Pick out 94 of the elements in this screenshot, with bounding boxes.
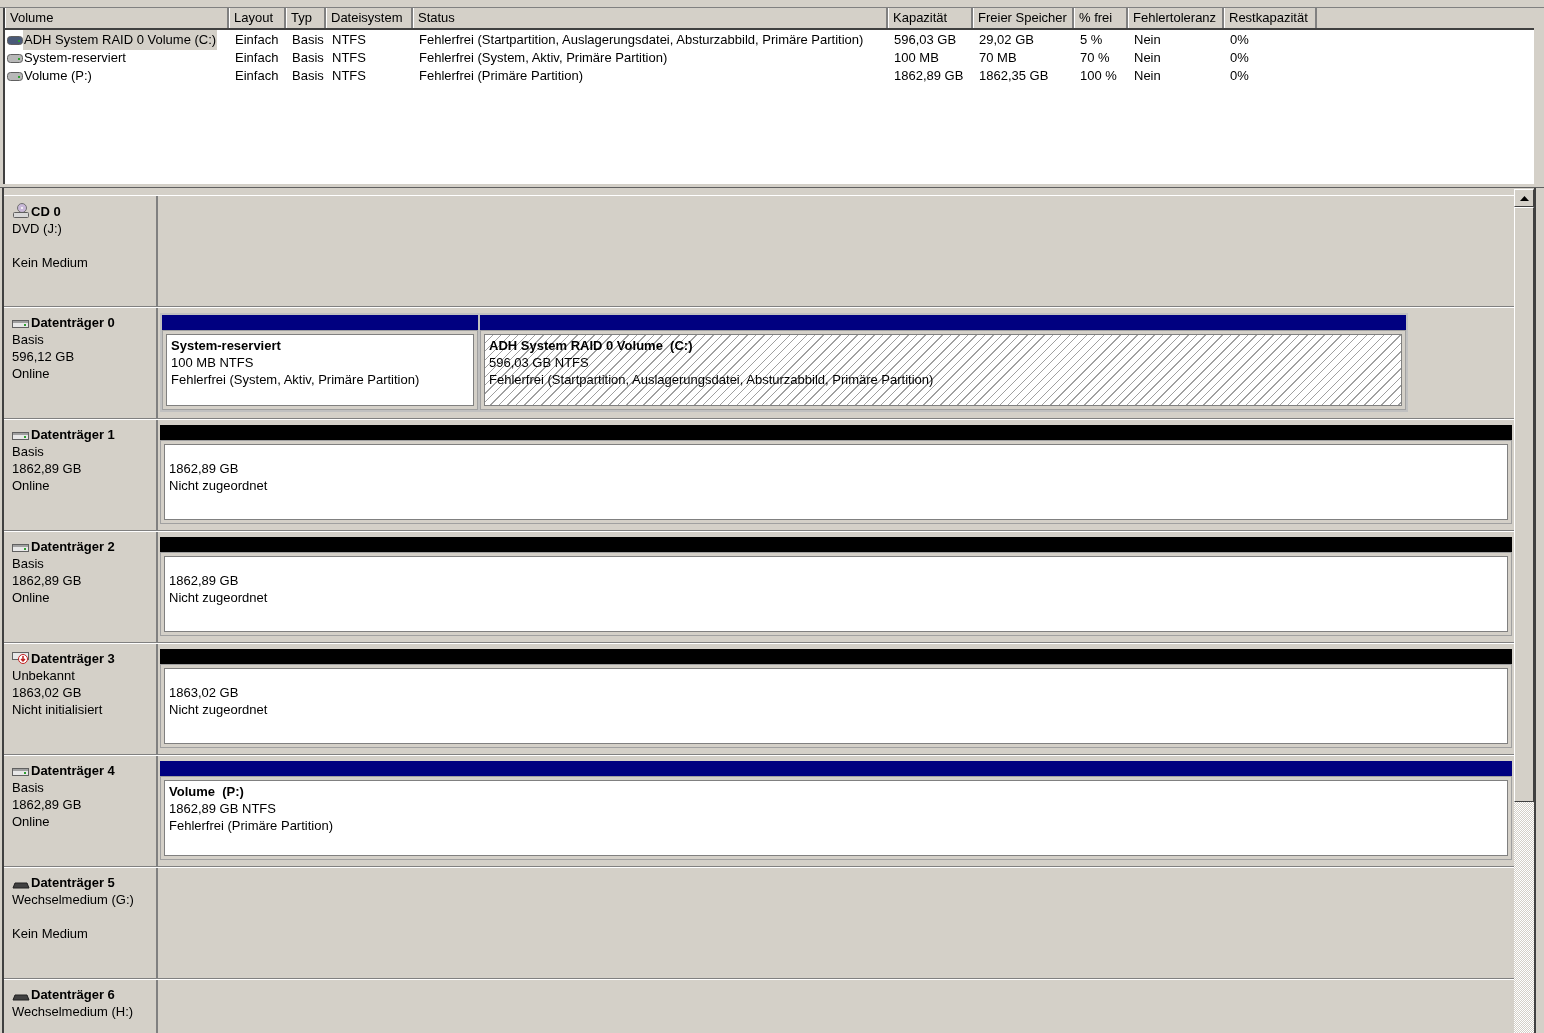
disk-info: Basis [12,443,45,460]
disk-error-icon [12,651,30,665]
disk-name: CD 0 [31,204,61,220]
column-header[interactable]: % frei [1074,8,1128,28]
table-cell-text: Einfach [235,31,279,50]
partition-info: Fehlerfrei (Primäre Partition) [169,817,334,834]
table-cell-text: NTFS [332,31,366,50]
table-cell-text: 1862,35 GB [979,67,1049,86]
table-cell-text: 5 % [1080,31,1103,50]
partition-info: 1862,89 GB [169,460,240,477]
partition-info: 1862,89 GB NTFS [169,800,277,817]
removable-drive-icon [12,881,30,889]
table-cell-text: 1862,89 GB [894,67,964,86]
drive-icon [7,35,23,45]
column-header[interactable]: Status [413,8,888,28]
disk-info: 1862,89 GB [12,572,83,589]
disk-info: DVD (J:) [12,220,63,237]
table-cell-text: 100 MB [894,49,939,68]
column-header[interactable]: Fehlertoleranz [1128,8,1224,28]
disk-name: Datenträger 6 [31,987,115,1003]
disk-name: Datenträger 3 [31,651,115,667]
partition-info: Fehlerfrei (System, Aktiv, Primäre Partition) [171,371,421,388]
table-cell-text: Fehlerfrei (Primäre Partition) [419,67,583,86]
table-cell-text: 596,03 GB [894,31,957,50]
table-cell-text: 70 % [1080,49,1110,68]
column-header[interactable]: Restkapazität [1224,8,1317,28]
column-header[interactable]: Kapazität [888,8,973,28]
disk-name: Datenträger 2 [31,539,115,555]
media-status: Kein Medium [12,254,89,271]
column-header[interactable]: Freier Speicher [973,8,1074,28]
partition-title: Volume (P:) [169,783,245,800]
table-cell-text: Nein [1134,67,1161,86]
disk-info: Unbekannt [12,667,76,684]
drive-icon [7,71,23,81]
disk-info: 596,12 GB [12,348,76,365]
column-header[interactable]: Dateisystem [326,8,413,28]
partition-info: 596,03 GB NTFS [489,354,590,371]
volume-name[interactable]: ADH System RAID 0 Volume (C:) [23,30,218,50]
disk-info: Nicht initialisiert [12,701,104,718]
table-cell-text: Einfach [235,49,279,68]
scroll-thumb[interactable] [1514,207,1534,802]
table-cell-text: Basis [292,49,324,68]
partition-info: Nicht zugeordnet [169,477,269,494]
table-cell-text: Nein [1134,49,1161,68]
disk-name: Datenträger 5 [31,875,115,891]
volume-name[interactable]: System-reserviert [23,48,127,68]
disk-name: Datenträger 0 [31,315,115,331]
table-cell-text: Einfach [235,67,279,86]
table-cell-text: 70 MB [979,49,1017,68]
table-cell-text: Fehlerfrei (Startpartition, Auslagerungsdatei, Absturzabbild, Primäre Partition) [419,31,864,50]
table-cell-text: Nein [1134,31,1161,50]
disk-info: Online [12,477,51,494]
disk-info: Basis [12,779,45,796]
table-cell-text: NTFS [332,67,366,86]
table-cell-text: NTFS [332,49,366,68]
partition-info: Nicht zugeordnet [169,701,269,718]
partition-info: 100 MB NTFS [171,354,255,371]
table-cell-text: 100 % [1080,67,1117,86]
up-arrow-icon [1519,195,1529,201]
table-cell-text: 29,02 GB [979,31,1034,50]
disk-info: 1863,02 GB [12,684,83,701]
disk-info: Basis [12,555,45,572]
table-cell-text: 0% [1230,31,1249,50]
partition-info: 1863,02 GB [169,684,240,701]
disk-name: Datenträger 1 [31,427,115,443]
media-status: Kein Medium [12,925,89,942]
table-cell-text: 0% [1230,67,1249,86]
disk-info: Wechselmedium (H:) [12,1003,135,1020]
table-cell-text: Basis [292,31,324,50]
cd-drive-icon [12,203,30,218]
disk-info: Online [12,365,51,382]
partition-title: ADH System RAID 0 Volume (C:) [489,337,694,354]
partition-info: 1862,89 GB [169,572,240,589]
disk-name: Datenträger 4 [31,763,115,779]
disk-info: 1862,89 GB [12,796,83,813]
disk-info: Online [12,813,51,830]
drive-icon [7,53,23,63]
disk-info: Wechselmedium (G:) [12,891,135,908]
column-header[interactable]: Typ [286,8,326,28]
disk-info: Online [12,589,51,606]
scroll-up-button[interactable] [1514,189,1534,207]
table-cell-text: 0% [1230,49,1249,68]
column-header[interactable]: Layout [229,8,286,28]
volume-name[interactable]: Volume (P:) [23,66,93,86]
scrollbar[interactable] [1514,189,1534,1033]
partition-info: Nicht zugeordnet [169,589,269,606]
partition-title: System-reserviert [171,337,282,354]
disk-info: 1862,89 GB [12,460,83,477]
disk-info: Basis [12,331,45,348]
partition-info: Fehlerfrei (Startpartition, Auslagerungsdatei, Absturzabbild, Primäre Partition) [489,371,935,388]
table-cell-text: Fehlerfrei (System, Aktiv, Primäre Partition) [419,49,668,68]
removable-drive-icon [12,993,30,1001]
column-header[interactable]: Volume [5,8,229,28]
table-cell-text: Basis [292,67,324,86]
